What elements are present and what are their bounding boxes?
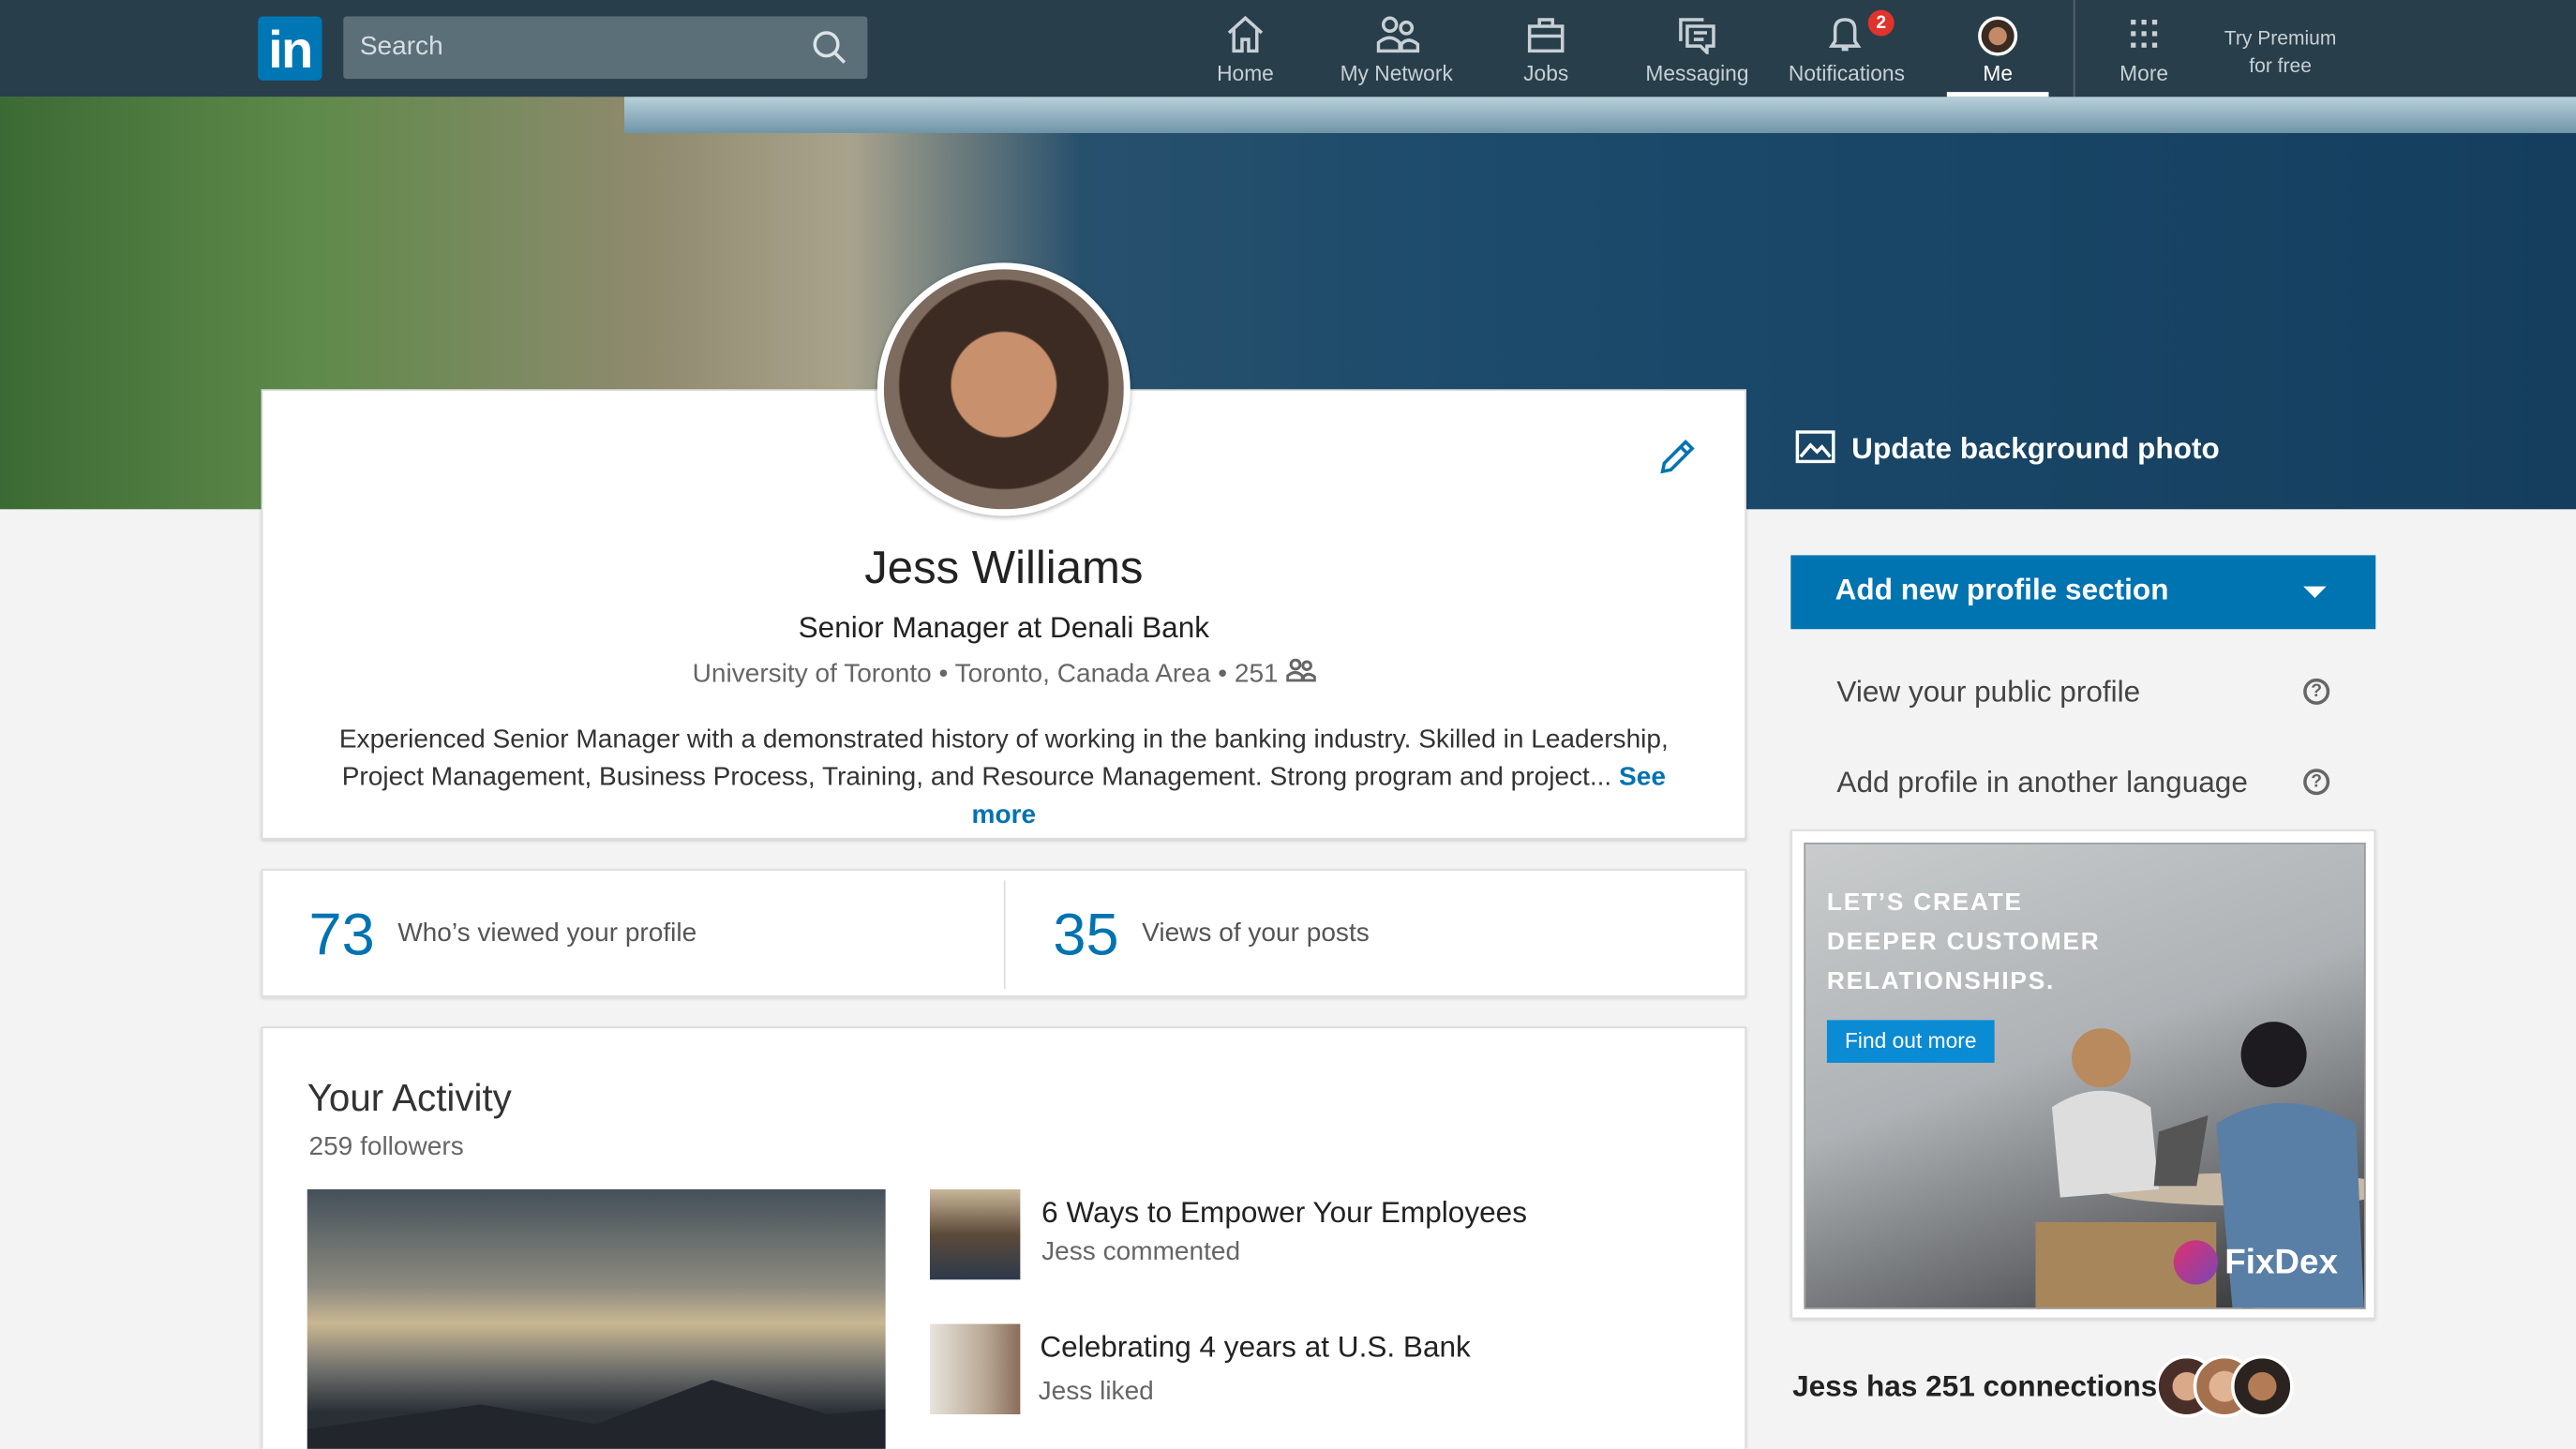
- avatar: [1978, 16, 2018, 56]
- add-profile-language-link[interactable]: Add profile in another language ?: [1836, 766, 2330, 800]
- profile-summary: Experienced Senior Manager with a demons…: [338, 725, 1669, 830]
- ad-card: LET’S CREATE DEEPER CUSTOMER RELATIONSHI…: [1790, 829, 2376, 1320]
- activity-image[interactable]: [307, 1188, 886, 1449]
- nav-jobs[interactable]: Jobs: [1472, 0, 1620, 97]
- connection-avatar[interactable]: [2231, 1354, 2294, 1418]
- fixdex-logo: FixDex: [2173, 1240, 2338, 1285]
- nav-me[interactable]: Me: [1924, 0, 2072, 97]
- search-input[interactable]: Search: [343, 16, 868, 80]
- post-thumbnail: [929, 1323, 1021, 1414]
- nav-my-network[interactable]: My Network: [1323, 0, 1471, 97]
- followers-count[interactable]: 259 followers: [308, 1133, 463, 1163]
- add-profile-section-button[interactable]: Add new profile section: [1790, 555, 2376, 630]
- nav-home[interactable]: Home: [1172, 0, 1320, 97]
- help-icon[interactable]: ?: [2303, 769, 2330, 796]
- grid-icon: [2131, 20, 2158, 48]
- caret-down-icon: [2303, 586, 2327, 598]
- search-icon[interactable]: [812, 30, 848, 67]
- profile-meta: University of Toronto • Toronto, Canada …: [262, 658, 1746, 690]
- view-public-profile-link[interactable]: View your public profile ?: [1836, 675, 2330, 710]
- activity-card: Your Activity 259 followers 6 Ways to Em…: [261, 1026, 1747, 1449]
- activity-title: Your Activity: [307, 1075, 512, 1119]
- home-icon: [1227, 15, 1264, 53]
- connections-icon: [1285, 658, 1316, 682]
- profile-name: Jess Williams: [864, 542, 1144, 593]
- nav-messaging[interactable]: Messaging: [1624, 0, 1772, 97]
- ad-image[interactable]: LET’S CREATE DEEPER CUSTOMER RELATIONSHI…: [1804, 843, 2366, 1309]
- ad-headline: LET’S CREATE DEEPER CUSTOMER RELATIONSHI…: [1826, 889, 2101, 996]
- profile-headline: Senior Manager at Denali Bank: [798, 610, 1210, 645]
- update-background-photo-button[interactable]: Update background photo: [1795, 430, 2220, 467]
- edit-pencil-icon[interactable]: [1656, 435, 1700, 478]
- image-icon: [1795, 430, 1835, 464]
- profile-location: Toronto, Canada Area: [954, 660, 1211, 689]
- try-premium-link[interactable]: Try Premium for free: [2201, 24, 2359, 81]
- linkedin-logo[interactable]: in: [258, 16, 322, 81]
- find-out-more-button[interactable]: Find out more: [1826, 1020, 1995, 1063]
- briefcase-icon: [1527, 18, 1565, 53]
- stats-card: 73 Who’s viewed your profile 35 Views of…: [261, 869, 1747, 999]
- connections-summary[interactable]: Jess has 251 connections: [1792, 1370, 2157, 1405]
- search-placeholder: Search: [359, 33, 443, 61]
- nav-notifications[interactable]: 2 Notifications: [1771, 0, 1922, 97]
- post-thumbnail: [929, 1188, 1021, 1280]
- profile-connections[interactable]: 251: [1235, 661, 1279, 689]
- nav-more[interactable]: More: [2070, 0, 2218, 97]
- top-nav: in Search Home My Network Jobs Messaging…: [0, 0, 2576, 97]
- bell-icon: [1828, 18, 1862, 52]
- help-icon[interactable]: ?: [2303, 678, 2330, 705]
- notification-badge: 2: [1867, 9, 1895, 37]
- profile-views-stat[interactable]: 73 Who’s viewed your profile: [308, 871, 696, 999]
- stats-divider: [1003, 880, 1006, 990]
- messaging-icon: [1679, 18, 1715, 54]
- profile-photo[interactable]: [876, 262, 1131, 516]
- post-views-stat[interactable]: 35 Views of your posts: [1053, 871, 1369, 999]
- network-icon: [1376, 16, 1420, 53]
- profile-school[interactable]: University of Toronto: [693, 661, 932, 689]
